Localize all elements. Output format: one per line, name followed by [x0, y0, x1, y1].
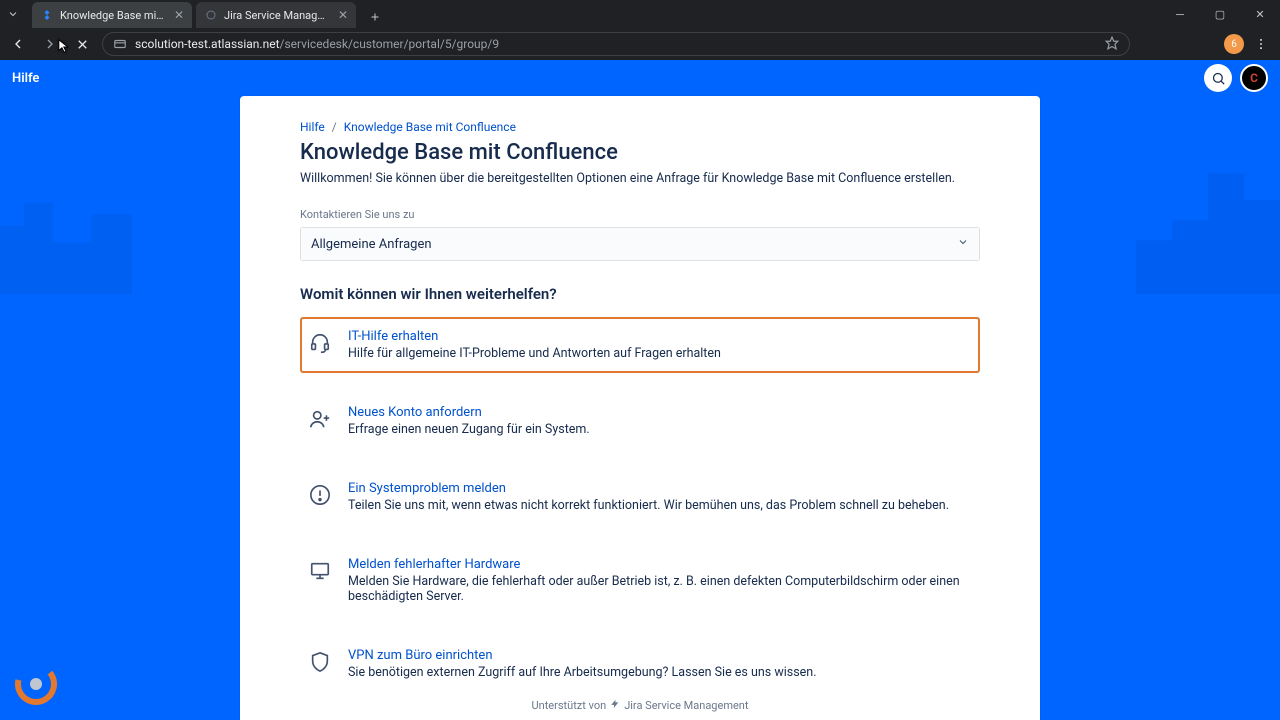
browser-menu-button[interactable]	[1254, 37, 1268, 51]
nav-reload-button[interactable]	[70, 32, 94, 56]
breadcrumb-separator: /	[332, 120, 337, 134]
browser-profile-avatar[interactable]: 6	[1224, 34, 1244, 54]
header-help-link[interactable]: Hilfe	[12, 71, 39, 86]
request-description: Erfrage einen neuen Zugang für ein Syste…	[348, 422, 590, 437]
breadcrumb-root[interactable]: Hilfe	[300, 120, 325, 134]
request-title: Ein Systemproblem melden	[348, 481, 949, 496]
request-title: VPN zum Büro einrichten	[348, 648, 817, 663]
request-description: Sie benötigen externen Zugriff auf Ihre …	[348, 665, 817, 680]
window-close-button[interactable]: ✕	[1240, 0, 1280, 28]
browser-tabs: Knowledge Base mit Confluenc ✕ Jira Serv…	[26, 0, 1160, 28]
site-info-icon[interactable]	[113, 37, 127, 51]
request-title: Melden fehlerhafter Hardware	[348, 557, 972, 572]
monitor-icon	[308, 559, 332, 583]
tab-list-dropdown[interactable]	[4, 5, 22, 23]
request-type-item[interactable]: VPN zum Büro einrichten Sie benötigen ext…	[300, 636, 980, 692]
browser-tab-0[interactable]: Knowledge Base mit Confluenc ✕	[32, 2, 192, 28]
request-type-item[interactable]: IT-Hilfe erhalten Hilfe für allgemeine IT…	[300, 317, 980, 373]
contact-select[interactable]: Allgemeine Anfragen	[300, 227, 980, 261]
request-description: Melden Sie Hardware, die fehlerhaft oder…	[348, 574, 972, 604]
chevron-down-icon	[957, 236, 969, 252]
bolt-icon	[610, 699, 620, 712]
page-title: Knowledge Base mit Confluence	[300, 140, 980, 165]
alert-icon	[308, 483, 332, 507]
contact-select-label: Kontaktieren Sie uns zu	[300, 208, 980, 221]
nav-back-button[interactable]	[6, 32, 30, 56]
bookmark-star-icon[interactable]	[1105, 36, 1119, 53]
breadcrumb-current[interactable]: Knowledge Base mit Confluence	[344, 120, 516, 134]
nav-forward-button[interactable]	[38, 32, 62, 56]
window-maximize-button[interactable]: ▢	[1200, 0, 1240, 28]
request-description: Teilen Sie uns mit, wenn etwas nicht kor…	[348, 498, 949, 513]
new-tab-button[interactable]	[364, 6, 386, 28]
close-icon[interactable]: ✕	[174, 8, 184, 22]
request-type-item[interactable]: Melden fehlerhafter Hardware Melden Sie H…	[300, 545, 980, 616]
address-bar[interactable]: scolution-test.atlassian.net/servicedesk…	[102, 32, 1130, 56]
jira-favicon-icon	[40, 8, 54, 22]
footer: Unterstützt von Jira Service Management	[240, 699, 1040, 712]
request-title: Neues Konto anfordern	[348, 405, 590, 420]
jsm-favicon-icon	[204, 8, 218, 22]
url-path: /servicedesk/customer/portal/5/group/9	[280, 37, 500, 51]
breadcrumb: Hilfe / Knowledge Base mit Confluence	[300, 120, 980, 134]
browser-tab-1[interactable]: Jira Service Management ✕	[196, 2, 356, 28]
request-type-item[interactable]: Ein Systemproblem melden Teilen Sie uns m…	[300, 469, 980, 525]
url-domain: scolution-test.atlassian.net	[135, 37, 280, 51]
tab-label: Knowledge Base mit Confluenc	[60, 9, 166, 22]
help-section-title: Womit können wir Ihnen weiterhelfen?	[300, 285, 980, 303]
request-type-item[interactable]: Neues Konto anfordern Erfrage einen neuen…	[300, 393, 980, 449]
search-button[interactable]	[1204, 64, 1232, 92]
page-description: Willkommen! Sie können über die bereitge…	[300, 171, 980, 186]
user-avatar[interactable]: C	[1240, 64, 1268, 92]
request-description: Hilfe für allgemeine IT-Probleme und Ant…	[348, 346, 721, 361]
shield-icon	[308, 650, 332, 674]
tab-label: Jira Service Management	[224, 9, 330, 22]
footer-product: Jira Service Management	[624, 699, 748, 712]
request-title: IT-Hilfe erhalten	[348, 329, 721, 344]
user-plus-icon	[308, 407, 332, 431]
portal-card: Hilfe / Knowledge Base mit Confluence Kn…	[240, 96, 1040, 720]
footer-prefix: Unterstützt von	[532, 699, 607, 712]
watermark-logo	[14, 662, 58, 706]
close-icon[interactable]: ✕	[338, 8, 348, 22]
contact-select-value: Allgemeine Anfragen	[311, 237, 432, 252]
headset-icon	[308, 331, 332, 355]
window-minimize-button[interactable]: ─	[1160, 0, 1200, 28]
request-type-list: IT-Hilfe erhalten Hilfe für allgemeine IT…	[300, 317, 980, 692]
